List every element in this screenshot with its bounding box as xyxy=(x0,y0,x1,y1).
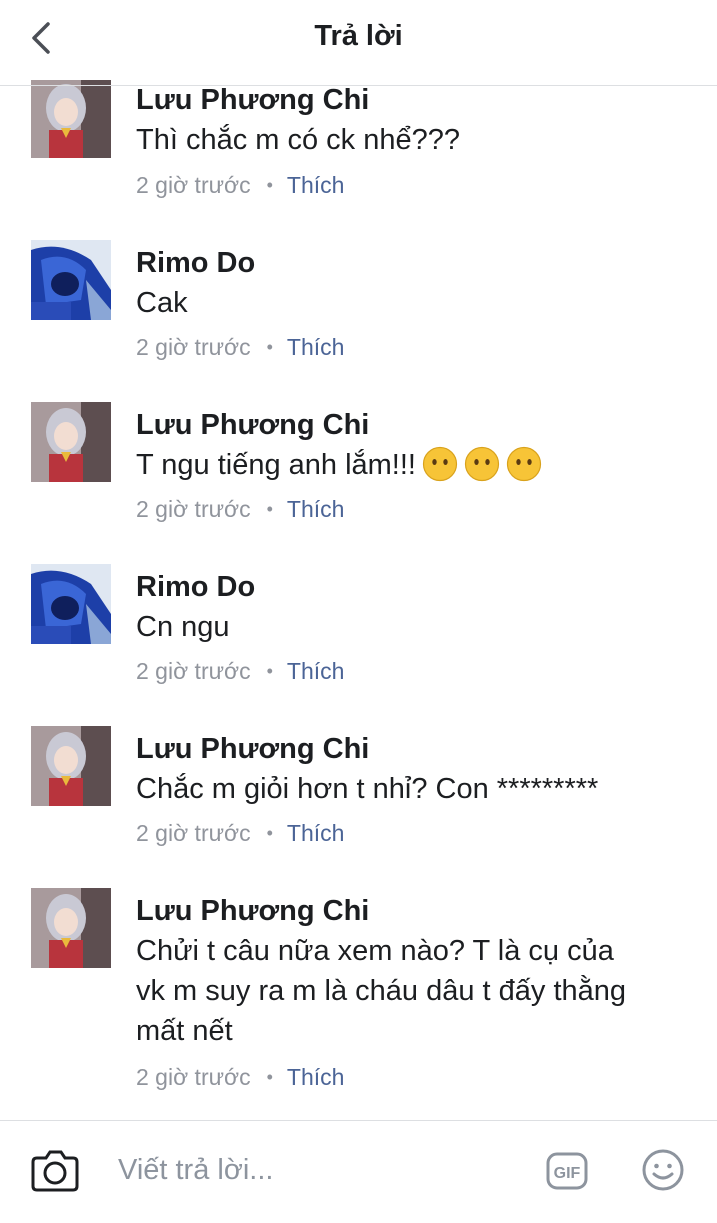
comment-author[interactable]: Lưu Phương Chi xyxy=(136,84,369,117)
comment-author[interactable]: Lưu Phương Chi xyxy=(136,409,369,442)
like-button[interactable]: Thích xyxy=(287,1064,345,1090)
comment-meta: 2 giờ trước • Thích xyxy=(136,172,344,199)
reply-composer: GIF xyxy=(0,1120,717,1223)
separator-dot: • xyxy=(266,337,273,357)
comment-meta: 2 giờ trước • Thích xyxy=(136,334,344,361)
comment-author[interactable]: Lưu Phương Chi xyxy=(136,733,369,766)
comment-time: 2 giờ trước xyxy=(136,172,251,198)
header-bar: Trả lời xyxy=(0,0,717,86)
gif-icon: GIF xyxy=(546,1152,588,1190)
emoji-row xyxy=(416,446,542,482)
separator-dot: • xyxy=(266,1067,273,1087)
avatar[interactable] xyxy=(31,888,111,968)
avatar[interactable] xyxy=(31,240,111,320)
separator-dot: • xyxy=(266,823,273,843)
comment-meta: 2 giờ trước • Thích xyxy=(136,658,344,685)
like-button[interactable]: Thích xyxy=(287,658,345,684)
comment-meta: 2 giờ trước • Thích xyxy=(136,496,344,523)
comment-text: Cak xyxy=(136,287,188,319)
no-mouth-face-emoji-icon xyxy=(506,446,542,482)
comment-text-line: mất nết xyxy=(136,1015,233,1047)
comment-text: Thì chắc m có ck nhể??? xyxy=(136,124,460,156)
comment-text: Chắc m giỏi hơn t nhỉ? Con ********* xyxy=(136,773,599,805)
camera-button[interactable] xyxy=(31,1148,79,1192)
no-mouth-face-emoji-icon xyxy=(422,446,458,482)
smiley-icon xyxy=(642,1149,684,1191)
avatar[interactable] xyxy=(31,78,111,158)
comment-text-line: vk m suy ra m là cháu dâu t đấy thằng xyxy=(136,975,627,1007)
comment-time: 2 giờ trước xyxy=(136,820,251,846)
separator-dot: • xyxy=(266,499,273,519)
avatar[interactable] xyxy=(31,402,111,482)
avatar[interactable] xyxy=(31,726,111,806)
comment-time: 2 giờ trước xyxy=(136,1064,251,1090)
page-title: Trả lời xyxy=(314,20,403,52)
like-button[interactable]: Thích xyxy=(287,820,345,846)
comment-text-line: Chửi t câu nữa xem nào? T là cụ của xyxy=(136,935,614,967)
gif-label: GIF xyxy=(554,1165,581,1182)
comment-author[interactable]: Rimo Do xyxy=(136,247,255,280)
gif-button[interactable]: GIF xyxy=(546,1152,588,1190)
separator-dot: • xyxy=(266,661,273,681)
comment-time: 2 giờ trước xyxy=(136,334,251,360)
separator-dot: • xyxy=(266,175,273,195)
comment-text-content: T ngu tiếng anh lắm!!! xyxy=(136,449,416,481)
comment-text: Cn ngu xyxy=(136,611,230,643)
composer-divider xyxy=(0,1120,717,1121)
comment-time: 2 giờ trước xyxy=(136,658,251,684)
like-button[interactable]: Thích xyxy=(287,496,345,522)
comment-author[interactable]: Rimo Do xyxy=(136,571,255,604)
comment-time: 2 giờ trước xyxy=(136,496,251,522)
avatar[interactable] xyxy=(31,564,111,644)
comment-author[interactable]: Lưu Phương Chi xyxy=(136,895,369,928)
no-mouth-face-emoji-icon xyxy=(464,446,500,482)
like-button[interactable]: Thích xyxy=(287,334,345,360)
comment-text: Chửi t câu nữa xem nào? T là cụ của vk m… xyxy=(136,931,696,1051)
like-button[interactable]: Thích xyxy=(287,172,345,198)
header-divider xyxy=(0,85,717,86)
reply-input[interactable] xyxy=(118,1150,518,1190)
comment-text: T ngu tiếng anh lắm!!! xyxy=(136,445,696,485)
emoji-button[interactable] xyxy=(641,1148,685,1192)
comment-meta: 2 giờ trước • Thích xyxy=(136,1064,344,1091)
camera-icon xyxy=(31,1150,79,1192)
comment-meta: 2 giờ trước • Thích xyxy=(136,820,344,847)
